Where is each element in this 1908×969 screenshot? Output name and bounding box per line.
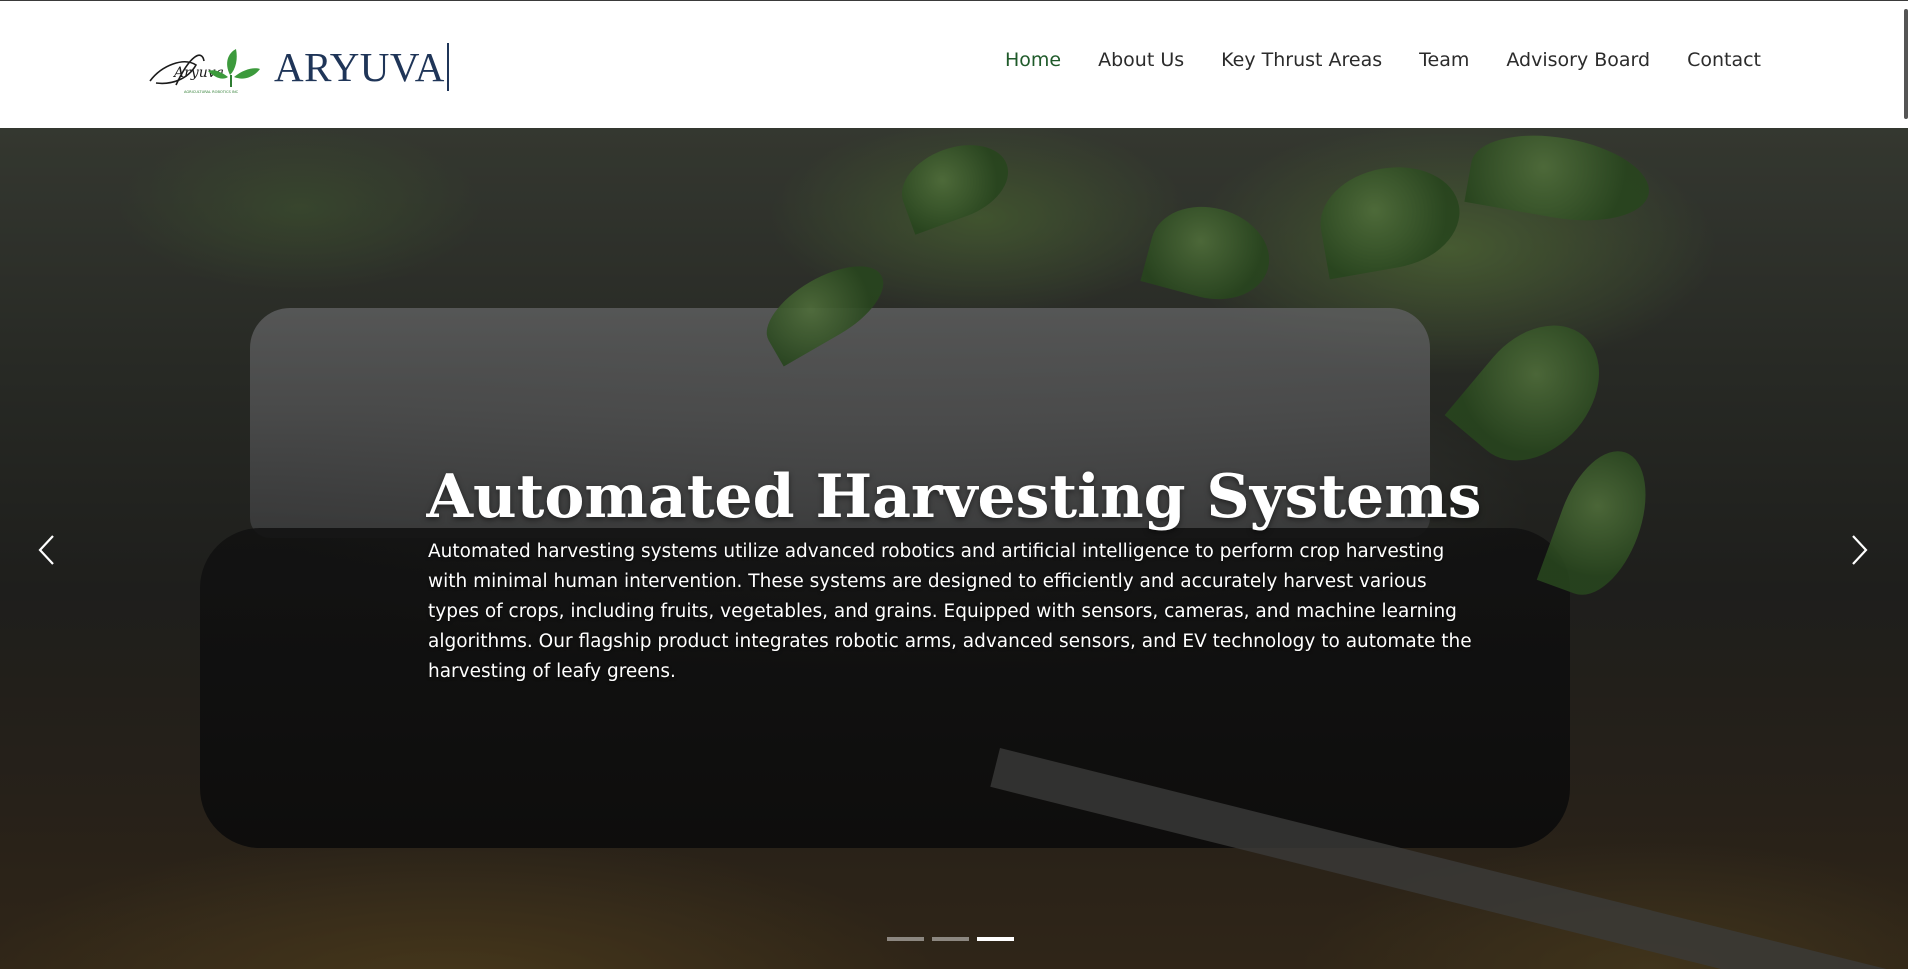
brand-name: ARYUVA <box>274 43 449 91</box>
chevron-left-icon <box>38 535 54 565</box>
nav-key-thrust-areas[interactable]: Key Thrust Areas <box>1221 49 1382 71</box>
page: Aryuva AGRICULTURAL ROBOTICS INC ARYUVA … <box>0 0 1908 969</box>
carousel-indicator-3[interactable] <box>977 937 1014 941</box>
hero-title: Automated Harvesting Systems <box>426 462 1482 533</box>
nav-home[interactable]: Home <box>1005 49 1061 71</box>
carousel-indicator-2[interactable] <box>932 937 969 941</box>
nav-advisory-board[interactable]: Advisory Board <box>1506 49 1650 71</box>
main-nav: Home About Us Key Thrust Areas Team Advi… <box>968 49 1761 71</box>
carousel-indicators <box>887 937 1014 941</box>
nav-contact[interactable]: Contact <box>1687 49 1761 71</box>
chevron-right-icon <box>1852 535 1868 565</box>
carousel-next-button[interactable] <box>1843 530 1873 570</box>
nav-about-us[interactable]: About Us <box>1098 49 1184 71</box>
brand-logo[interactable]: Aryuva AGRICULTURAL ROBOTICS INC ARYUVA <box>144 35 449 99</box>
logo-mark-icon: Aryuva AGRICULTURAL ROBOTICS INC <box>144 35 264 99</box>
hero-description: Automated harvesting systems utilize adv… <box>428 541 1472 682</box>
nav-team[interactable]: Team <box>1419 49 1469 71</box>
carousel-prev-button[interactable] <box>33 530 63 570</box>
logo-tagline: AGRICULTURAL ROBOTICS INC <box>184 90 239 94</box>
carousel-indicator-1[interactable] <box>887 937 924 941</box>
site-header: Aryuva AGRICULTURAL ROBOTICS INC ARYUVA … <box>0 1 1908 128</box>
scrollbar[interactable] <box>1904 9 1908 119</box>
